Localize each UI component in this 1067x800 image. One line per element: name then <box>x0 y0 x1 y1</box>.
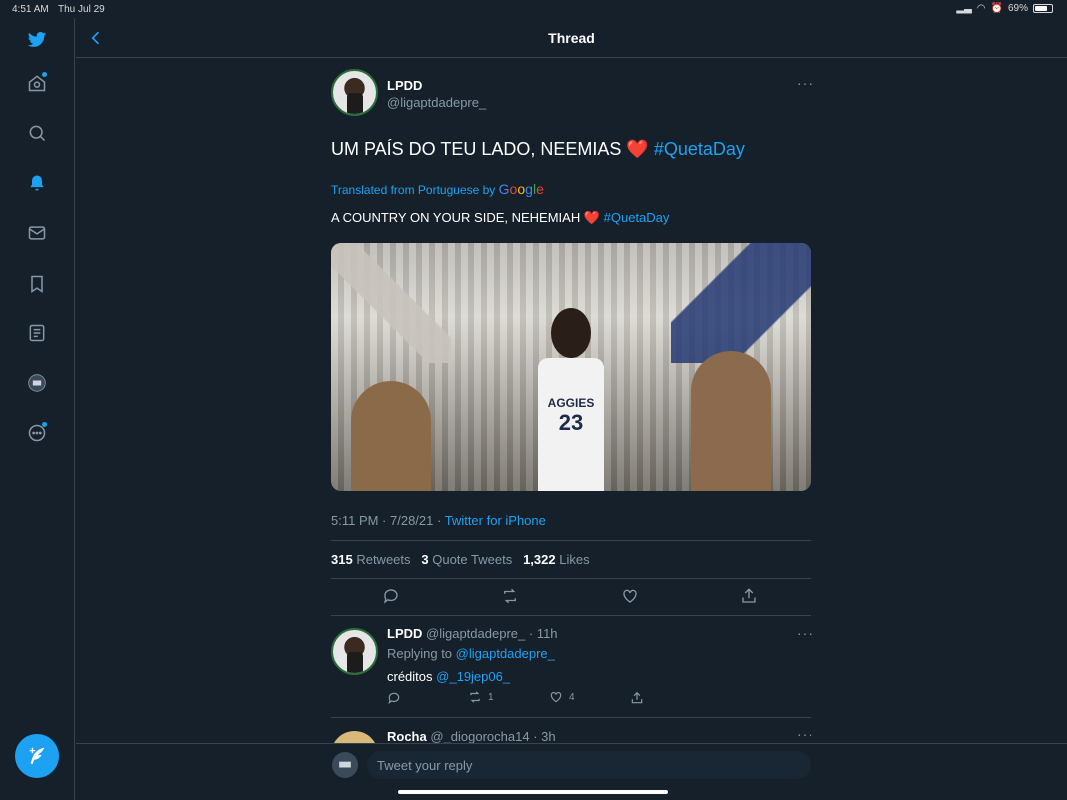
signal-icon: ▂▃ <box>956 3 972 14</box>
tweet-actions <box>331 587 811 607</box>
tweet-timestamp: 5:11 PM · 7/28/21 · <box>331 513 445 528</box>
home-icon[interactable] <box>25 71 49 95</box>
wifi-icon: ◠ <box>976 3 986 14</box>
replying-to-link[interactable]: @ligaptdadepre_ <box>456 646 555 661</box>
profile-avatar-icon[interactable] <box>25 371 49 395</box>
translation-attribution: Translated from Portuguese by Google <box>331 181 544 197</box>
jersey-number: 23 <box>558 410 584 435</box>
more-notification-dot <box>42 422 47 427</box>
google-logo: Google <box>498 181 544 197</box>
author-name[interactable]: LPDD <box>387 78 422 93</box>
divider <box>331 615 811 616</box>
reply-like-button[interactable]: 4 <box>549 690 575 704</box>
translation-body: A COUNTRY ON YOUR SIDE, NEHEMIAH ❤️ <box>331 210 601 225</box>
tweet-stats: 315 Retweets 3 Quote Tweets 1,322 Likes <box>331 552 590 567</box>
battery-icon <box>1033 4 1053 13</box>
battery-percent: 69% <box>1007 3 1028 14</box>
tweet-meta: 5:11 PM · 7/28/21 · Twitter for iPhone <box>331 513 546 528</box>
home-notification-dot <box>42 72 47 77</box>
notifications-bell-icon[interactable] <box>25 171 49 195</box>
reply-text: créditos @_19jep06_ <box>387 669 510 684</box>
reply-author-name[interactable]: LPDD <box>387 626 422 641</box>
home-indicator[interactable] <box>398 790 668 794</box>
reply-like-count: 4 <box>569 691 575 703</box>
reply-reply-button[interactable] <box>387 691 401 705</box>
reply-header: LPDD @ligaptdadepre_ · 11h <box>387 626 558 641</box>
reply-author-avatar[interactable] <box>331 628 378 675</box>
share-icon[interactable] <box>740 587 758 605</box>
reply-tweet[interactable]: Rocha @_diogorocha14 · 3h ··· <box>331 729 811 743</box>
tweet-body: UM PAÍS DO TEU LADO, NEEMIAS ❤️ <box>331 139 654 159</box>
photo-player-head <box>551 308 591 358</box>
retweet-icon <box>470 691 480 703</box>
reply-icon[interactable] <box>382 587 400 605</box>
status-date: Thu Jul 29 <box>58 4 105 15</box>
thread-header: Thread <box>76 18 1067 58</box>
translation-text: A COUNTRY ON YOUR SIDE, NEHEMIAH ❤️ #Que… <box>331 210 669 226</box>
tweet-hashtag-link[interactable]: #QuetaDay <box>654 139 745 159</box>
share-icon <box>631 691 643 704</box>
status-right: ▂▃ ◠ ⏰ 69% <box>956 3 1053 14</box>
status-time: 4:51 AM <box>12 4 49 15</box>
reply-author-handle[interactable]: @ligaptdadepre_ <box>426 626 525 641</box>
tweet-text: UM PAÍS DO TEU LADO, NEEMIAS ❤️ #QuetaDa… <box>331 139 745 160</box>
reply-retweet-button[interactable]: 1 <box>468 690 494 704</box>
more-options-icon[interactable] <box>25 421 49 445</box>
tweet-photo[interactable]: AGGIES 23 <box>331 243 811 491</box>
like-heart-icon <box>550 692 562 703</box>
author-handle[interactable]: @ligaptdadepre_ <box>387 95 486 110</box>
reply-mention-link[interactable]: @_19jep06_ <box>436 669 510 684</box>
reply-share-button[interactable] <box>630 691 644 705</box>
replying-label: Replying to <box>387 646 453 661</box>
reply-tweet[interactable]: LPDD @ligaptdadepre_ · 11h ··· Replying … <box>331 625 814 718</box>
reply-icon <box>388 692 400 705</box>
status-bar: 4:51 AM Thu Jul 29 ▂▃ ◠ ⏰ 69% <box>0 0 1067 18</box>
search-icon[interactable] <box>25 121 49 145</box>
page-title: Thread <box>548 30 595 46</box>
translated-label: Translated from Portuguese by <box>331 183 496 197</box>
photo-player: AGGIES 23 <box>526 303 616 491</box>
reply-author-handle[interactable]: @_diogorocha14 <box>430 729 529 743</box>
reply-more-icon[interactable]: ··· <box>797 729 811 742</box>
photo-fan-right <box>691 351 771 491</box>
translation-hashtag-link[interactable]: #QuetaDay <box>604 210 670 225</box>
photo-fan-left <box>351 381 431 491</box>
likes-stat[interactable]: 1,322 Likes <box>523 552 590 567</box>
photo-left-arms <box>331 243 451 363</box>
like-heart-icon[interactable] <box>621 587 639 605</box>
photo-jersey: AGGIES 23 <box>538 358 604 491</box>
reply-more-icon[interactable]: ··· <box>797 625 814 641</box>
retweet-icon[interactable] <box>501 587 519 605</box>
quote-tweets-stat[interactable]: 3 Quote Tweets <box>421 552 512 567</box>
reply-retweet-count: 1 <box>488 691 494 703</box>
reply-author-name[interactable]: Rocha <box>387 729 427 743</box>
divider <box>331 578 811 579</box>
alarm-icon: ⏰ <box>990 3 1003 14</box>
author-avatar[interactable] <box>331 69 378 116</box>
twitter-logo-icon[interactable] <box>25 28 49 52</box>
messages-envelope-icon[interactable] <box>25 221 49 245</box>
reply-author-avatar[interactable] <box>331 731 378 743</box>
compose-tweet-button[interactable] <box>15 734 59 778</box>
retweets-stat[interactable]: 315 Retweets <box>331 552 411 567</box>
reply-input[interactable]: Tweet your reply <box>367 751 811 779</box>
lists-icon[interactable] <box>25 321 49 345</box>
jersey-text: AGGIES <box>547 396 595 410</box>
my-avatar <box>332 752 358 778</box>
compose-feather-icon <box>29 747 45 765</box>
reply-header: Rocha @_diogorocha14 · 3h <box>387 729 556 743</box>
tweet-source-link[interactable]: Twitter for iPhone <box>445 513 546 528</box>
bookmark-icon[interactable] <box>25 272 49 296</box>
reply-time: · 3h <box>533 729 556 743</box>
replying-to: Replying to @ligaptdadepre_ <box>387 646 555 661</box>
sidebar <box>0 18 75 800</box>
tweet-more-icon[interactable]: ··· <box>797 75 814 91</box>
reply-body: créditos <box>387 669 433 684</box>
photo-right-arms <box>671 243 811 363</box>
reply-time: · 11h <box>528 626 558 641</box>
divider <box>331 717 811 718</box>
divider <box>331 540 811 541</box>
